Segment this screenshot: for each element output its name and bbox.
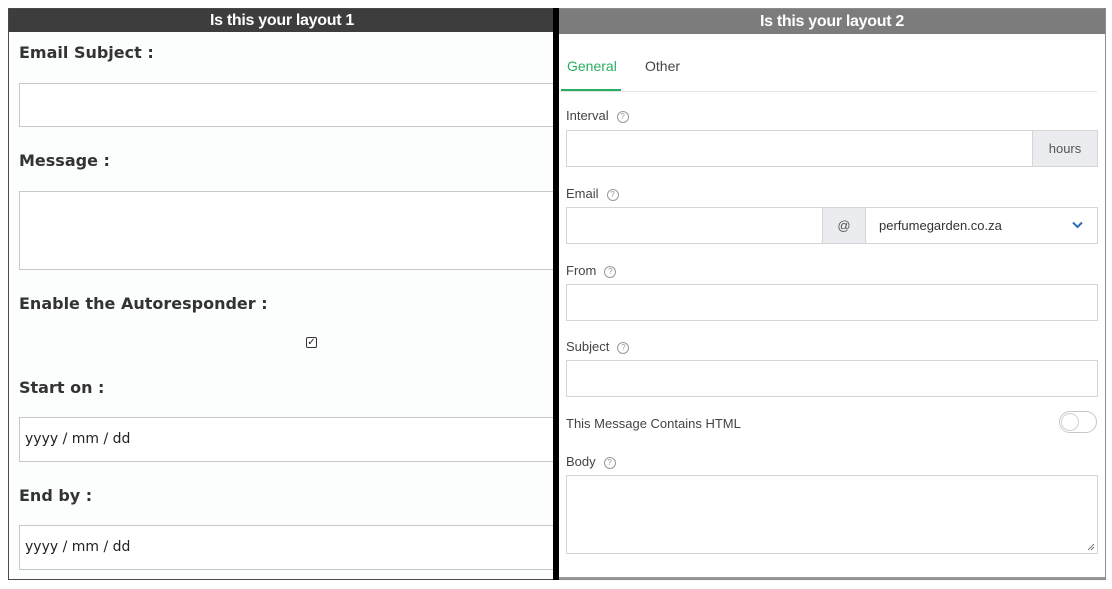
layout1-panel: Is this your layout 1 Email Subject : Me… — [8, 8, 559, 580]
layout1-header: Is this your layout 1 — [9, 9, 555, 32]
help-icon[interactable]: ? — [604, 265, 617, 278]
subject-label: Subject? — [566, 339, 630, 354]
html-toggle-label: This Message Contains HTML — [566, 416, 741, 431]
enable-autoresponder-label: Enable the Autoresponder : — [19, 294, 268, 313]
email-input[interactable]: @ perfumegarden.co.za — [566, 207, 1098, 244]
start-on-label: Start on : — [19, 378, 105, 397]
html-toggle[interactable] — [1059, 411, 1097, 433]
interval-input[interactable]: hours — [566, 130, 1098, 167]
active-tab-indicator — [561, 89, 621, 91]
interval-label: Interval? — [566, 108, 629, 123]
from-label: From? — [566, 263, 617, 278]
toggle-knob — [1061, 413, 1079, 431]
help-icon[interactable]: ? — [617, 341, 630, 354]
email-subject-label: Email Subject : — [19, 43, 154, 62]
check-icon: ✓ — [307, 337, 316, 348]
enable-autoresponder-checkbox[interactable]: ✓ — [306, 337, 317, 348]
message-label: Message : — [19, 151, 110, 170]
tab-general[interactable]: General — [567, 58, 617, 74]
resize-handle-icon[interactable] — [1087, 543, 1095, 551]
tab-bar: General Other — [559, 34, 1097, 92]
start-on-date-input[interactable]: yyyy / mm / dd — [19, 417, 559, 462]
email-subject-input[interactable] — [19, 83, 559, 127]
help-icon[interactable]: ? — [606, 188, 619, 201]
subject-input[interactable] — [566, 360, 1098, 397]
layout2-panel: Is this your layout 2 General Other Inte… — [559, 8, 1106, 580]
from-input[interactable] — [566, 284, 1098, 321]
email-label: Email? — [566, 186, 619, 201]
help-icon[interactable]: ? — [603, 456, 616, 469]
bottom-border — [559, 577, 1105, 579]
chevron-down-icon[interactable] — [1072, 217, 1083, 232]
interval-unit-addon: hours — [1032, 131, 1097, 166]
help-icon[interactable]: ? — [616, 110, 629, 123]
layout2-header: Is this your layout 2 — [559, 9, 1105, 34]
end-by-label: End by : — [19, 486, 93, 505]
end-by-date-input[interactable]: yyyy / mm / dd — [19, 525, 559, 570]
body-label: Body? — [566, 454, 616, 469]
tab-other[interactable]: Other — [645, 58, 680, 74]
body-textarea[interactable] — [566, 475, 1098, 554]
email-domain-select[interactable]: perfumegarden.co.za — [879, 218, 1002, 233]
at-addon: @ — [822, 208, 866, 243]
message-textarea[interactable] — [19, 191, 559, 270]
